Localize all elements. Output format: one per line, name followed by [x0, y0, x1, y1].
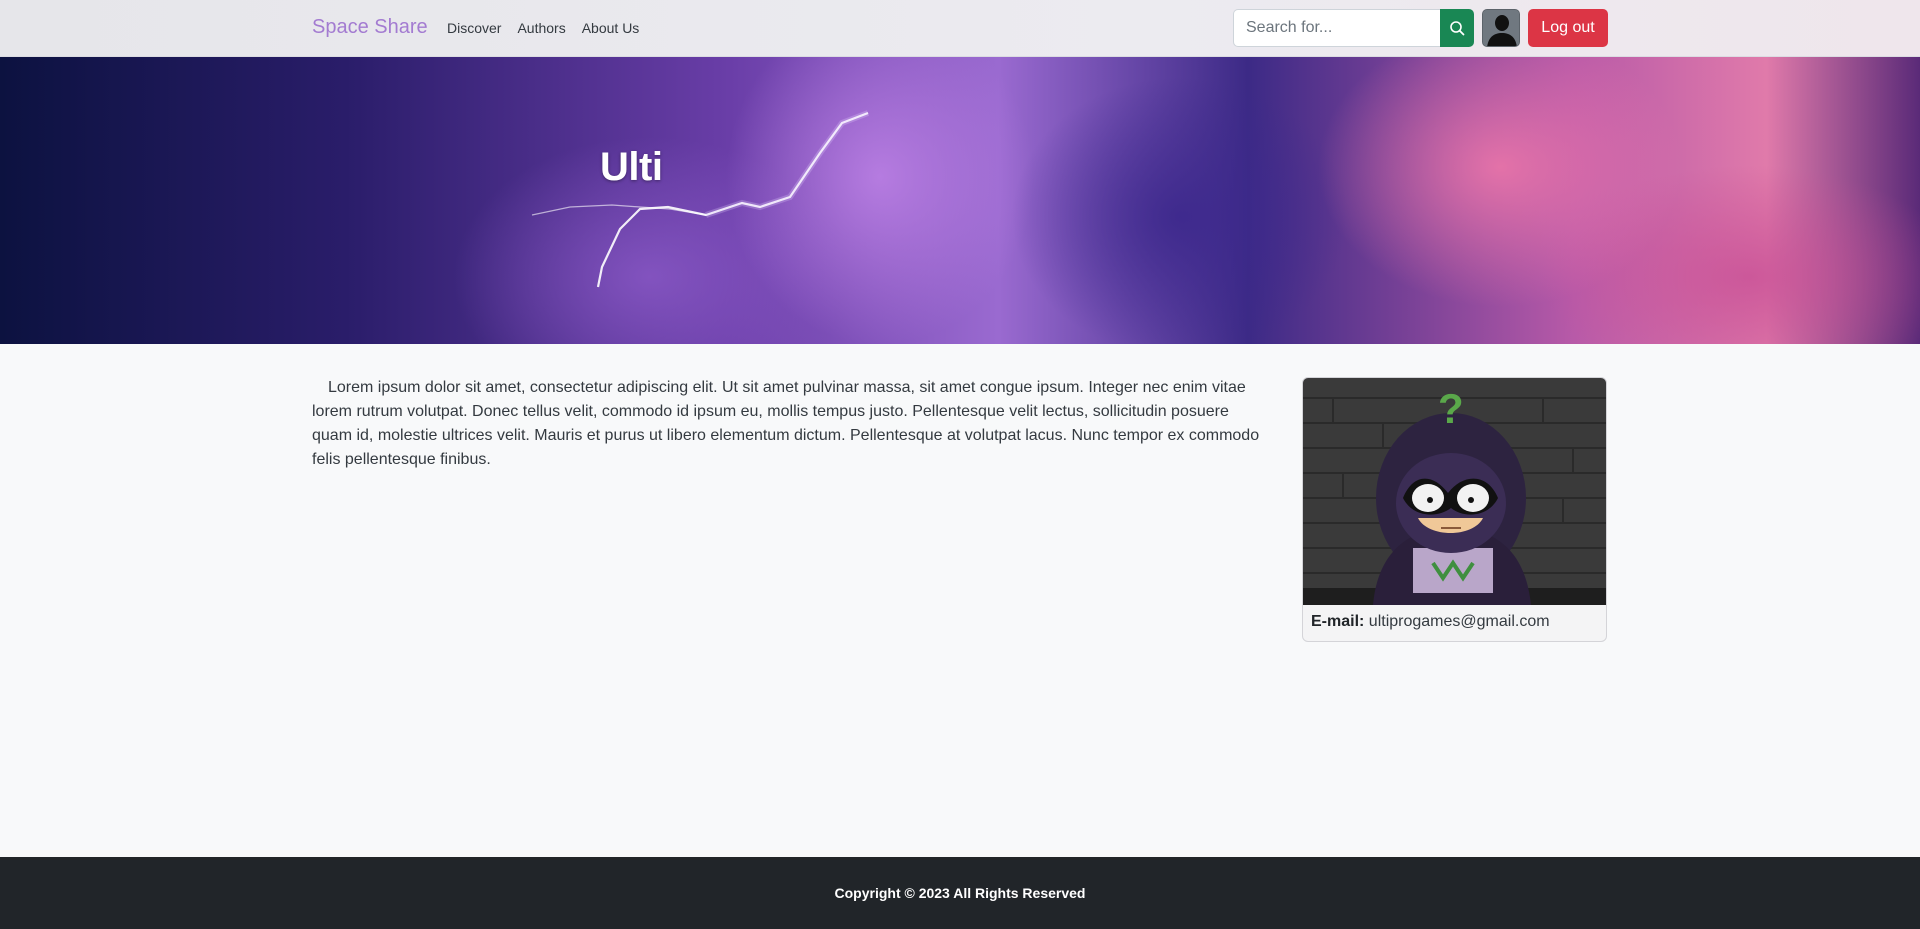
page-footer: Copyright © 2023 All Rights Reserved — [0, 857, 1920, 929]
author-profile-card: ? E-mail: ultiprogames@gmail.com — [1302, 377, 1607, 642]
user-avatar-icon — [1483, 10, 1519, 46]
nav-links: Discover Authors About Us — [447, 20, 639, 36]
author-profile-image: ? — [1303, 378, 1606, 605]
user-avatar-button[interactable] — [1482, 9, 1520, 47]
nav-about-us[interactable]: About Us — [582, 20, 640, 36]
top-navbar: Space Share Discover Authors About Us Lo… — [0, 0, 1920, 57]
email-value: ultiprogames@gmail.com — [1368, 613, 1550, 630]
search-icon — [1450, 21, 1465, 36]
search-button[interactable] — [1440, 9, 1474, 47]
logout-button[interactable]: Log out — [1528, 9, 1608, 47]
author-email: E-mail: ultiprogames@gmail.com — [1303, 605, 1606, 639]
nav-authors[interactable]: Authors — [517, 20, 565, 36]
email-label: E-mail: — [1311, 613, 1365, 630]
lightning-bolt-graphic — [531, 110, 870, 288]
author-hero-banner: Ulti — [0, 57, 1920, 344]
svg-text:?: ? — [1438, 385, 1464, 432]
search-input[interactable] — [1233, 9, 1440, 47]
brand-logo[interactable]: Space Share — [312, 16, 428, 39]
author-name-heading: Ulti — [600, 145, 663, 189]
search-form — [1233, 9, 1474, 47]
nav-discover[interactable]: Discover — [447, 20, 501, 36]
copyright-text: Copyright © 2023 All Rights Reserved — [834, 885, 1086, 901]
author-bio: Lorem ipsum dolor sit amet, consectetur … — [312, 379, 1260, 468]
